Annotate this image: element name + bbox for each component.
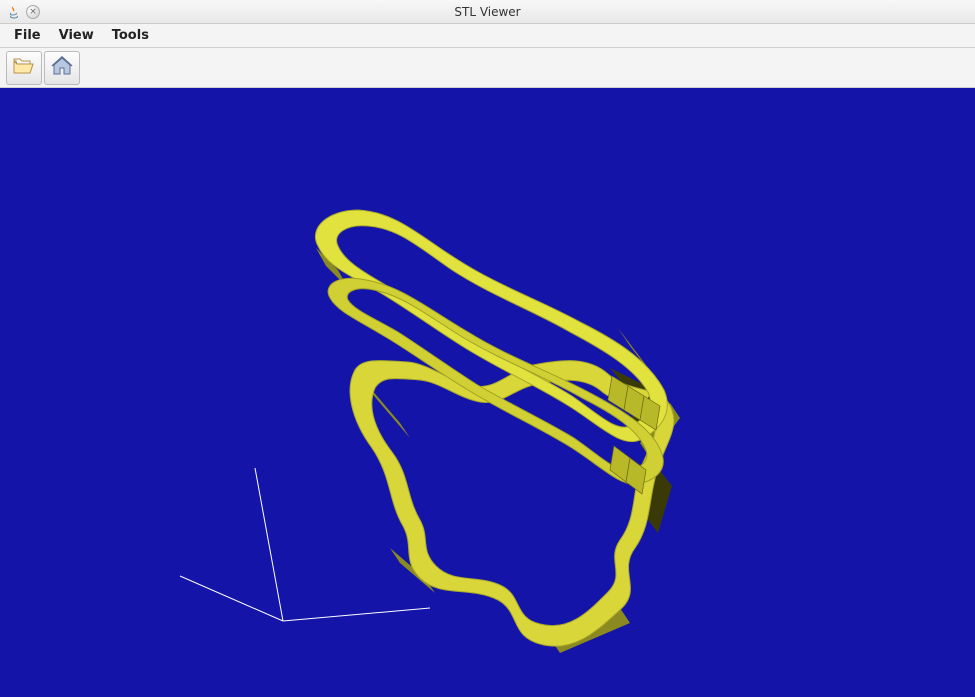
folder-open-icon [13, 57, 35, 79]
stl-model [315, 210, 680, 653]
open-file-button[interactable] [6, 51, 42, 85]
window-title: STL Viewer [454, 5, 520, 19]
java-app-icon [6, 4, 22, 20]
menu-file[interactable]: File [6, 25, 49, 46]
window-titlebar: × STL Viewer [0, 0, 975, 24]
titlebar-icons: × [6, 4, 40, 20]
home-button[interactable] [44, 51, 80, 85]
toolbar [0, 48, 975, 88]
3d-viewport[interactable] [0, 88, 975, 697]
menu-tools[interactable]: Tools [104, 25, 157, 46]
menubar: File View Tools [0, 24, 975, 48]
home-icon [51, 56, 73, 80]
3d-scene [0, 88, 975, 697]
menu-view[interactable]: View [51, 25, 102, 46]
window-close-icon[interactable]: × [26, 5, 40, 19]
